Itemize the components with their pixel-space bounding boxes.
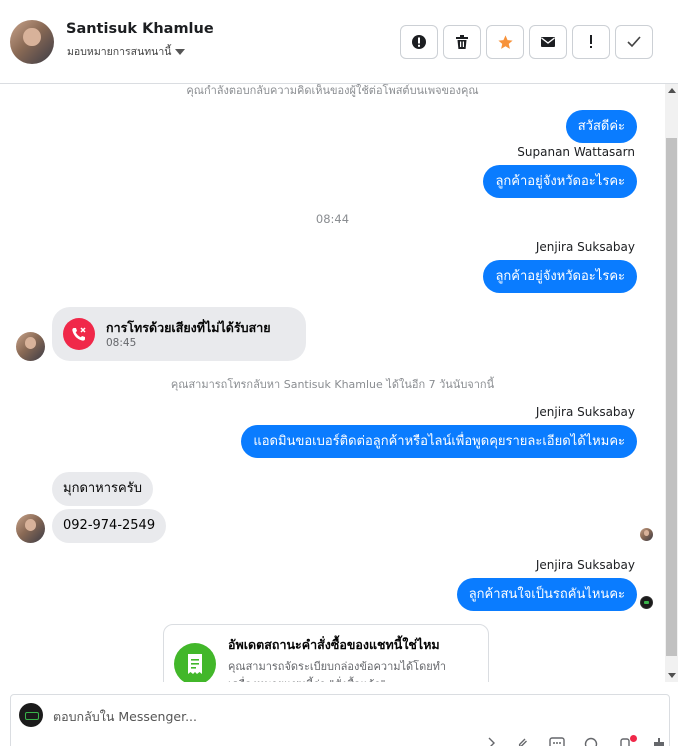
assign-label: มอบหมายการสนทนานี้ (67, 46, 172, 58)
scrollbar-thumb[interactable] (666, 138, 677, 656)
tag-icon[interactable] (479, 737, 499, 746)
reply-input[interactable] (53, 705, 613, 727)
callback-notice: คุณสามารถโทรกลับหา Santisuk Khamlue ได้ใ… (170, 378, 495, 391)
message-composer (10, 694, 670, 746)
scroll-down-arrow-icon[interactable] (668, 673, 676, 678)
emoji-icon[interactable] (581, 737, 601, 746)
contact-avatar-small (16, 514, 45, 543)
notification-dot (630, 735, 637, 742)
incoming-message[interactable]: มุกดาหารครับ (52, 472, 153, 506)
card-body: คุณสามารถจัดระเบียบกล่องข้อความได้โดยทำเ… (228, 660, 447, 682)
exclamation-icon (590, 35, 592, 48)
contact-avatar[interactable] (10, 20, 54, 64)
outgoing-message[interactable]: ลูกค้าสนใจเป็นรถคันไหนคะ (456, 578, 637, 611)
contact-avatar-small (16, 332, 45, 361)
attachment-icon[interactable] (513, 737, 533, 746)
missed-call-time: 08:45 (106, 337, 137, 349)
seen-avatar (640, 596, 653, 609)
caret-down-icon (175, 49, 186, 55)
alert-circle-icon (412, 35, 426, 49)
conversation-header: Santisuk Khamlue มอบหมายการสนทนานี้ (0, 0, 678, 84)
message-timestamp: 08:44 (315, 212, 350, 226)
seen-avatar (640, 528, 653, 541)
star-icon (497, 34, 513, 49)
page-avatar (19, 703, 43, 727)
payment-icon[interactable] (615, 735, 637, 746)
mark-done-button[interactable] (615, 25, 653, 59)
saved-replies-icon[interactable] (547, 737, 567, 746)
trash-icon (456, 35, 468, 49)
sender-name: Supanan Wattasarn (517, 145, 635, 159)
receipt-icon (174, 643, 216, 682)
message-thread[interactable]: คุณกำลังตอบกลับความคิดเห็นของผู้ใช้ต่อโพ… (0, 84, 665, 682)
outgoing-message[interactable]: ลูกค้าอยู่จังหวัดอะไรคะ (483, 165, 637, 198)
header-actions (400, 25, 653, 59)
messenger-reply-panel: Santisuk Khamlue มอบหมายการสนทนานี้ คุณก… (0, 0, 678, 746)
reply-context-notice: คุณกำลังตอบกลับความคิดเห็นของผู้ใช้ต่อโพ… (186, 84, 479, 97)
composer-tools (479, 735, 669, 746)
mark-unread-button[interactable] (529, 25, 567, 59)
outgoing-message[interactable]: แอดมินขอเบอร์ติดต่อลูกค้าหรือไลน์เพื่อพู… (241, 425, 637, 458)
outgoing-message[interactable]: ลูกค้าอยู่จังหวัดอะไรคะ (483, 260, 637, 293)
missed-call-icon (63, 318, 95, 350)
thread-scrollbar[interactable] (665, 84, 678, 682)
scroll-up-arrow-icon[interactable] (668, 88, 676, 93)
star-button[interactable] (486, 25, 524, 59)
incoming-message[interactable]: 092-974-2549 (52, 509, 167, 543)
like-icon[interactable] (649, 737, 669, 746)
sender-name: Jenjira Suksabay (535, 558, 635, 572)
contact-name[interactable]: Santisuk Khamlue (66, 21, 214, 37)
outgoing-message[interactable]: สวัสดีค่ะ (565, 110, 637, 143)
card-title: อัพเดตสถานะคำสั่งซื้อของแชทนี้ใช่ไหม (228, 637, 440, 652)
missed-call-message[interactable]: การโทรด้วยเสียงที่ไม่ได้รับสาย 08:45 (52, 307, 306, 361)
order-status-card[interactable]: อัพเดตสถานะคำสั่งซื้อของแชทนี้ใช่ไหม คุณ… (163, 624, 489, 682)
delete-button[interactable] (443, 25, 481, 59)
report-button[interactable] (400, 25, 438, 59)
assign-conversation-dropdown[interactable]: มอบหมายการสนทนานี้ (67, 43, 186, 60)
sender-name: Jenjira Suksabay (535, 240, 635, 254)
envelope-icon (541, 37, 555, 47)
check-icon (627, 36, 641, 48)
sender-name: Jenjira Suksabay (535, 405, 635, 419)
missed-call-title: การโทรด้วยเสียงที่ไม่ได้รับสาย (106, 320, 271, 335)
follow-up-button[interactable] (572, 25, 610, 59)
